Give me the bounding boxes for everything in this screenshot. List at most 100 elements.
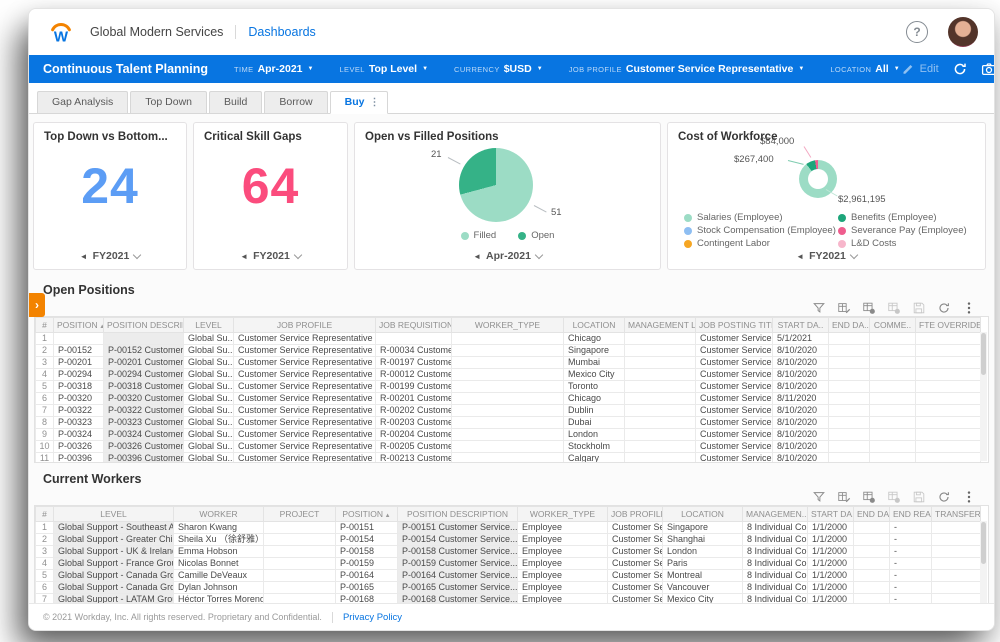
table-cell[interactable]: Customer Service Representative bbox=[234, 357, 376, 369]
table-cell[interactable] bbox=[870, 453, 916, 464]
table-cell[interactable] bbox=[870, 381, 916, 393]
table-cell[interactable]: P-00154 Customer Service... bbox=[398, 534, 518, 546]
table-cell[interactable]: Sheila Xu （徐舒雅） bbox=[174, 534, 264, 546]
table-cell[interactable] bbox=[625, 369, 696, 381]
table-cell[interactable] bbox=[932, 570, 981, 582]
table-cell[interactable] bbox=[932, 534, 981, 546]
table-settings-disabled-icon[interactable] bbox=[887, 490, 901, 504]
filter-job-profile[interactable]: JOB PROFILECustomer Service Representati… bbox=[569, 63, 805, 75]
table-cell[interactable]: P-00152 bbox=[54, 345, 104, 357]
table-cell[interactable] bbox=[452, 357, 564, 369]
period-selector[interactable]: ◄ Apr-2021 bbox=[355, 250, 660, 262]
period-selector[interactable]: ◄ FY2021 bbox=[34, 250, 186, 262]
table-cell[interactable]: Montreal bbox=[663, 570, 743, 582]
table-cell[interactable]: Dylan Johnson bbox=[174, 582, 264, 594]
edit-columns-icon[interactable] bbox=[837, 490, 851, 504]
table-cell[interactable]: P-00396 bbox=[54, 453, 104, 464]
table-cell[interactable]: Customer Serv... bbox=[608, 522, 663, 534]
table-cell[interactable]: Paris bbox=[663, 558, 743, 570]
table-cell[interactable] bbox=[452, 345, 564, 357]
edit-button[interactable]: Edit bbox=[900, 61, 939, 77]
table-cell[interactable] bbox=[932, 582, 981, 594]
column-header-position[interactable]: POSITION ▲ bbox=[336, 507, 398, 522]
table-cell[interactable] bbox=[829, 357, 870, 369]
table-cell[interactable]: R-00205 Customer ... bbox=[376, 441, 452, 453]
table-cell[interactable]: R-00197 Customer ... bbox=[376, 357, 452, 369]
table-cell[interactable]: P-00158 Customer Service... bbox=[398, 546, 518, 558]
table-cell[interactable]: Singapore bbox=[564, 345, 625, 357]
column-header-transfer-in[interactable]: TRANSFER-IN bbox=[932, 507, 981, 522]
table-cell[interactable]: Global Support - UK & Ireland Group bbox=[54, 546, 174, 558]
column-header-position[interactable]: POSITION ▲ bbox=[54, 318, 104, 333]
table-cell[interactable] bbox=[264, 522, 336, 534]
table-cell[interactable] bbox=[829, 381, 870, 393]
table-cell[interactable] bbox=[452, 441, 564, 453]
table-cell[interactable] bbox=[916, 429, 981, 441]
table-cell[interactable]: 8 Individual Cont... bbox=[743, 558, 808, 570]
table-cell[interactable]: 1/1/2000 bbox=[808, 570, 854, 582]
table-cell[interactable]: 8/10/2020 bbox=[773, 429, 829, 441]
table-cell[interactable]: Global Su... bbox=[184, 369, 234, 381]
table-cell[interactable]: P-00326 Customer Service... bbox=[104, 441, 184, 453]
column-header-location[interactable]: LOCATION bbox=[564, 318, 625, 333]
table-cell[interactable]: Customer Service Rep... bbox=[696, 345, 773, 357]
table-cell[interactable] bbox=[625, 333, 696, 345]
table-cell[interactable]: - bbox=[890, 570, 932, 582]
table-cell[interactable] bbox=[870, 369, 916, 381]
table-cell[interactable]: Customer Service Representative bbox=[234, 441, 376, 453]
table-cell[interactable]: P-00164 bbox=[336, 570, 398, 582]
kebab-icon[interactable] bbox=[962, 490, 976, 504]
table-cell[interactable]: P-00324 bbox=[54, 429, 104, 441]
table-cell[interactable]: Toronto bbox=[564, 381, 625, 393]
table-cell[interactable]: P-00201 bbox=[54, 357, 104, 369]
table-cell[interactable]: P-00164 Customer Service... bbox=[398, 570, 518, 582]
tab-buy[interactable]: Buy⋮ bbox=[330, 91, 389, 114]
table-cell[interactable]: Customer Service Representative bbox=[234, 393, 376, 405]
column-header-managemen[interactable]: MANAGEMEN.. bbox=[743, 507, 808, 522]
table-cell[interactable]: Customer Service Representative bbox=[234, 381, 376, 393]
table-cell[interactable]: 8/10/2020 bbox=[773, 441, 829, 453]
table-cell[interactable] bbox=[625, 429, 696, 441]
table-cell[interactable] bbox=[829, 453, 870, 464]
table-cell[interactable] bbox=[854, 546, 890, 558]
table-cell[interactable] bbox=[916, 369, 981, 381]
table-cell[interactable]: 1/1/2000 bbox=[808, 582, 854, 594]
table-cell[interactable]: Customer Service Representative bbox=[234, 417, 376, 429]
table-cell[interactable]: - bbox=[890, 534, 932, 546]
table-cell[interactable]: P-00151 Customer Service... bbox=[398, 522, 518, 534]
table-cell[interactable] bbox=[452, 369, 564, 381]
table-cell[interactable] bbox=[264, 558, 336, 570]
table-cell[interactable] bbox=[854, 570, 890, 582]
table-cell[interactable]: Global Su... bbox=[184, 333, 234, 345]
table-cell[interactable]: Global Support - Canada Group bbox=[54, 582, 174, 594]
pie-chart[interactable] bbox=[459, 148, 533, 222]
table-cell[interactable]: 8/10/2020 bbox=[773, 357, 829, 369]
table-cell[interactable]: Dublin bbox=[564, 405, 625, 417]
table-cell[interactable]: Singapore bbox=[663, 522, 743, 534]
table-cell[interactable] bbox=[916, 417, 981, 429]
table-cell[interactable] bbox=[264, 570, 336, 582]
save-disabled-icon[interactable] bbox=[912, 490, 926, 504]
table-cell[interactable]: Mumbai bbox=[564, 357, 625, 369]
table-cell[interactable] bbox=[932, 522, 981, 534]
column-header-worker[interactable]: WORKER bbox=[174, 507, 264, 522]
table-cell[interactable]: Customer Service Representative bbox=[234, 429, 376, 441]
table-cell[interactable]: 8/10/2020 bbox=[773, 417, 829, 429]
column-header-job-profile[interactable]: JOB PROFILE bbox=[234, 318, 376, 333]
table-cell[interactable]: 8 Individual Cont... bbox=[743, 582, 808, 594]
table-cell[interactable]: P-00318 Customer Service... bbox=[104, 381, 184, 393]
table-cell[interactable] bbox=[625, 417, 696, 429]
table-scrollbar[interactable] bbox=[980, 332, 987, 461]
workday-logo-icon[interactable]: W bbox=[45, 16, 77, 48]
table-cell[interactable]: Global Su... bbox=[184, 357, 234, 369]
table-cell[interactable] bbox=[625, 345, 696, 357]
table-cell[interactable] bbox=[870, 405, 916, 417]
table-cell[interactable]: P-00326 bbox=[54, 441, 104, 453]
save-disabled-icon[interactable] bbox=[912, 301, 926, 315]
column-header-project[interactable]: PROJECT bbox=[264, 507, 336, 522]
table-cell[interactable] bbox=[870, 417, 916, 429]
table-cell[interactable]: P-00322 Customer Service... bbox=[104, 405, 184, 417]
tab-gap-analysis[interactable]: Gap Analysis bbox=[37, 91, 128, 113]
table-cell[interactable]: P-00323 Customer Service... bbox=[104, 417, 184, 429]
table-cell[interactable]: Dubai bbox=[564, 417, 625, 429]
